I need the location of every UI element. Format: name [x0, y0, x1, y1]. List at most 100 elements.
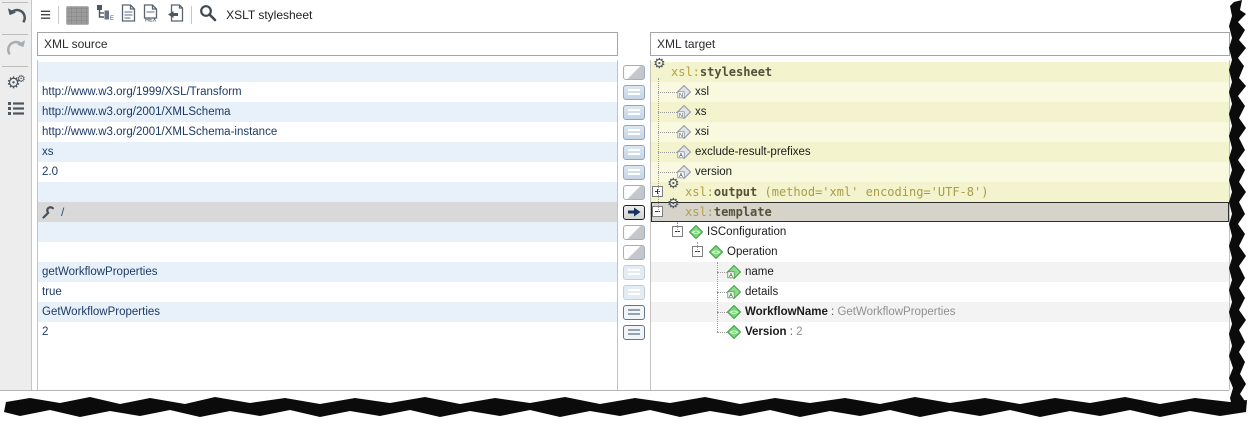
tree-guide-line — [658, 132, 677, 133]
source-cell-text: 2.0 — [42, 166, 58, 178]
source-row[interactable]: getWorkflowProperties — [38, 262, 617, 282]
value-map-button[interactable] — [623, 165, 645, 180]
svg-text:<>: <> — [692, 229, 700, 237]
target-tree-row[interactable]: <>WorkflowName : GetWorkflowProperties — [651, 302, 1229, 322]
source-row[interactable]: http://www.w3.org/2001/XMLSchema — [38, 102, 617, 122]
value-map-button[interactable] — [623, 105, 645, 120]
value-map-button[interactable] — [623, 125, 645, 140]
list-view-button[interactable] — [3, 98, 29, 124]
tree-view-button[interactable]: E — [96, 4, 114, 26]
settings-button[interactable]: ⚙⚙ — [3, 70, 29, 96]
target-tree-row[interactable]: Nxs — [651, 102, 1229, 122]
source-row[interactable]: xs — [38, 142, 617, 162]
source-cell-text: getWorkflowProperties — [42, 266, 157, 278]
node-name: xsi — [695, 126, 709, 138]
import-view-button[interactable] — [167, 4, 184, 26]
source-row[interactable]: http://www.w3.org/2001/XMLSchema-instanc… — [38, 122, 617, 142]
target-panel-header: XML target — [650, 32, 1230, 56]
target-tree-row[interactable]: <> Operation — [651, 242, 1229, 262]
source-row[interactable]: true — [38, 282, 617, 302]
target-tree-row[interactable]: ⚙xsl:template — [651, 202, 1229, 222]
attribute-icon: A — [677, 145, 691, 159]
target-tree-row[interactable]: <>Version : 2 — [651, 322, 1229, 342]
value-map-button[interactable] — [623, 265, 645, 280]
source-row[interactable] — [38, 182, 617, 202]
text-view-icon — [121, 4, 136, 27]
source-row[interactable]: GetWorkflowProperties — [38, 302, 617, 322]
tree-node-label: Operation — [727, 242, 778, 262]
source-row[interactable] — [38, 222, 617, 242]
undo-button[interactable] — [3, 6, 29, 32]
tree-guide-line — [677, 222, 678, 232]
torn-edge-bottom — [0, 392, 1253, 424]
source-row[interactable]: 2.0 — [38, 162, 617, 182]
mapping-button-slot — [618, 262, 649, 282]
passthrough-button[interactable] — [623, 225, 645, 240]
target-tree-row[interactable]: Nxsl — [651, 82, 1229, 102]
passthrough-button[interactable] — [623, 245, 645, 260]
source-cell-text: http://www.w3.org/2001/XMLSchema — [42, 106, 231, 118]
value-map-button[interactable] — [623, 145, 645, 160]
xsl-prefix: xsl: — [685, 205, 714, 219]
target-tree-row[interactable]: Aexclude-result-prefixes — [651, 142, 1229, 162]
target-tree-row[interactable]: Adetails — [651, 282, 1229, 302]
value-map-button[interactable] — [623, 285, 645, 300]
redo-button[interactable] — [3, 38, 29, 64]
xsl-prefix: xsl: — [685, 185, 714, 199]
source-cell-text: 2 — [42, 326, 48, 338]
element-icon: <> — [727, 305, 741, 319]
target-tree-row[interactable]: ⚙xsl:output (method='xml' encoding='UTF-… — [651, 182, 1229, 202]
node-name: exclude-result-prefixes — [695, 146, 811, 158]
mapping-button-slot — [618, 222, 649, 242]
node-name: WorkflowName — [745, 306, 828, 318]
hex-view-button[interactable]: HEX — [143, 4, 160, 26]
element-icon: <> — [727, 325, 741, 339]
element-icon: <> — [709, 245, 723, 259]
tree-guide-line — [717, 332, 727, 333]
svg-text:<>: <> — [712, 249, 720, 257]
node-value-separator: : — [787, 326, 797, 338]
svg-text:A: A — [729, 273, 733, 279]
source-row[interactable] — [38, 242, 617, 262]
mapping-arrow-button[interactable] — [623, 205, 645, 220]
source-cell-text: GetWorkflowProperties — [42, 306, 160, 318]
mapping-button-slot — [618, 202, 649, 222]
namespace-icon: N — [677, 85, 691, 99]
target-panel: ⚙xsl:stylesheetNxslNxsNxsiAexclude-resul… — [650, 60, 1230, 390]
tree-guide-line — [658, 78, 659, 212]
main-toolbar: ≡ E HEX — [32, 0, 1228, 30]
value-map-button[interactable] — [623, 305, 645, 320]
tree-view-icon: E — [96, 4, 114, 26]
value-map-button[interactable] — [623, 85, 645, 100]
target-tree-row[interactable]: Nxsi — [651, 122, 1229, 142]
source-row[interactable]: / — [38, 202, 617, 222]
import-view-icon — [167, 4, 184, 27]
source-cell-text: http://www.w3.org/1999/XSL/Transform — [42, 86, 242, 98]
passthrough-button[interactable] — [623, 185, 645, 200]
source-cell-text: true — [42, 286, 62, 298]
xsl-element-name: template — [714, 205, 772, 219]
element-icon: <> — [689, 225, 703, 239]
source-row[interactable] — [38, 62, 617, 82]
tool-label: XSLT stylesheet — [226, 8, 312, 22]
value-map-button[interactable] — [623, 325, 645, 340]
node-name: Version — [745, 326, 787, 338]
grid-view-icon — [66, 6, 89, 25]
side-toolbar: ⚙⚙ — [0, 0, 32, 390]
menu-button[interactable]: ≡ — [40, 4, 51, 26]
target-tree-row[interactable]: Aversion — [651, 162, 1229, 182]
source-row[interactable]: 2 — [38, 322, 617, 342]
target-tree-row[interactable]: ⚙xsl:stylesheet — [651, 62, 1229, 82]
source-row[interactable]: http://www.w3.org/1999/XSL/Transform — [38, 82, 617, 102]
target-tree-row[interactable]: <>ISConfiguration — [651, 222, 1229, 242]
passthrough-button[interactable] — [623, 65, 645, 80]
node-name: Operation — [727, 246, 778, 258]
grid-view-button[interactable] — [66, 4, 89, 26]
text-view-button[interactable] — [121, 4, 136, 26]
xsl-attributes: (method='xml' encoding='UTF-8') — [757, 185, 988, 199]
wrench-icon — [42, 206, 55, 222]
attribute-green-icon: A — [727, 285, 741, 299]
search-button[interactable] — [199, 4, 217, 26]
target-tree-row[interactable]: Aname — [651, 262, 1229, 282]
tree-node-label: xs — [695, 102, 707, 122]
